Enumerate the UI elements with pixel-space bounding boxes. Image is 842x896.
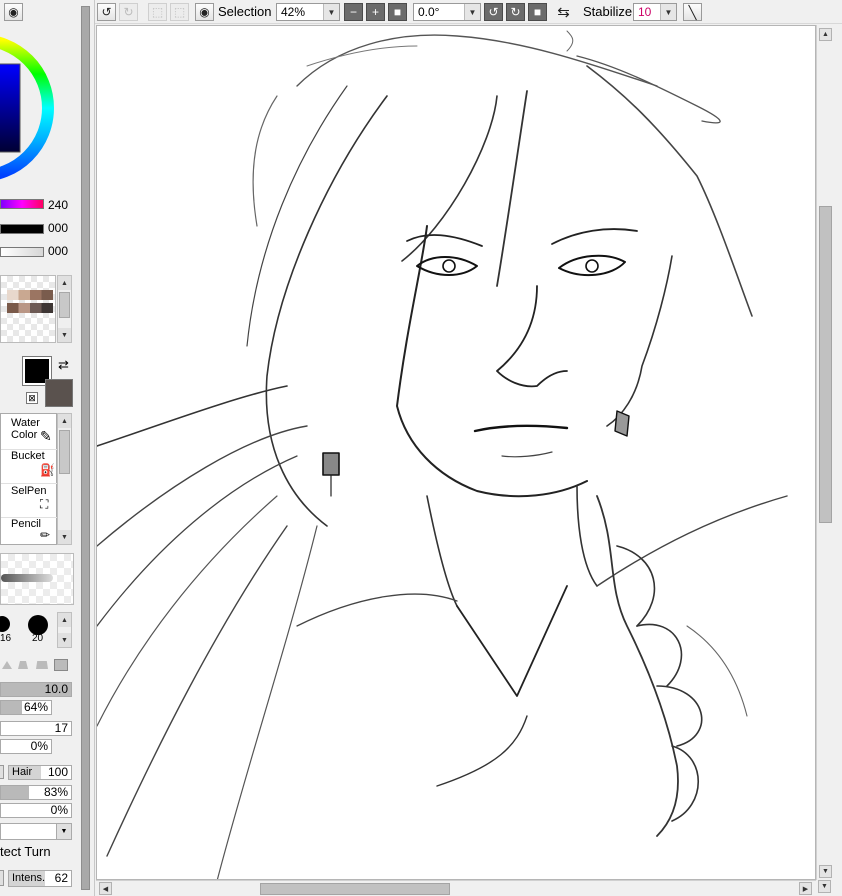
- chevron-down-icon[interactable]: ▼: [464, 4, 480, 20]
- brush-size-scrollbar[interactable]: ▲ ▼: [57, 612, 72, 648]
- blend-dropdown[interactable]: ▼: [0, 823, 72, 840]
- zoom-dropdown[interactable]: 42% ▼: [276, 3, 340, 21]
- horizontal-scroll-thumb[interactable]: [260, 883, 450, 895]
- zoom-out-icon[interactable]: −: [344, 3, 363, 21]
- secondary-color-box[interactable]: [45, 379, 73, 407]
- paint-app: ◉ 240 000 000 ▲ ▼ ⇄ ⊠ Water Color Bucket…: [0, 0, 842, 896]
- bucket-icon: ⛽: [40, 463, 55, 477]
- brush-shape-row[interactable]: [0, 657, 72, 674]
- rotation-dropdown[interactable]: 0.0° ▼: [413, 3, 481, 21]
- vertical-scroll-thumb[interactable]: [819, 206, 832, 523]
- selpen-icon: ⛶: [40, 497, 49, 511]
- line-icon[interactable]: ╲: [683, 3, 702, 21]
- brush-size-slider[interactable]: 10.0: [0, 682, 72, 697]
- zoom-reset-icon[interactable]: ■: [388, 3, 407, 21]
- scroll-down-icon[interactable]: ▼: [818, 880, 831, 893]
- brush-icon: ✎: [40, 428, 52, 444]
- scroll-down-icon[interactable]: ▼: [58, 328, 71, 342]
- brush-preview: [0, 553, 74, 605]
- density-slider[interactable]: 64%: [0, 700, 52, 715]
- tool-label-selpen: SelPen: [11, 485, 47, 497]
- chevron-down-icon[interactable]: ▼: [323, 4, 339, 20]
- vertical-scrollbar[interactable]: ▲ ▼: [816, 25, 833, 880]
- swatch-grid[interactable]: [0, 275, 56, 343]
- hue-value: 240: [48, 198, 69, 212]
- tool-label-pencil: Pencil: [11, 518, 41, 530]
- redo-icon[interactable]: ↻: [119, 3, 138, 21]
- rotate-right-icon[interactable]: ↻: [506, 3, 525, 21]
- chevron-down-icon[interactable]: ▼: [56, 824, 71, 839]
- param-6-slider[interactable]: 83%: [0, 785, 72, 800]
- protect-turn-label[interactable]: tect Turn: [0, 844, 51, 859]
- drawing-canvas[interactable]: [96, 25, 816, 880]
- transparent-color-icon[interactable]: ⊠: [26, 392, 38, 404]
- scroll-up-icon[interactable]: ▲: [58, 276, 71, 290]
- eye-icon[interactable]: ◉: [195, 3, 214, 21]
- horizontal-scrollbar[interactable]: ◀ ▶: [96, 880, 816, 896]
- stabilizer-dropdown[interactable]: 10 ▼: [633, 3, 677, 21]
- navigator-eye-icon[interactable]: ◉: [4, 3, 23, 21]
- flip-horizontal-icon[interactable]: ⇆: [554, 3, 573, 21]
- right-panel-edge[interactable]: [833, 25, 842, 880]
- panel-divider[interactable]: [78, 0, 95, 896]
- scroll-up-icon[interactable]: ▲: [58, 414, 71, 428]
- scroll-left-icon[interactable]: ◀: [99, 882, 112, 895]
- param-3-slider[interactable]: 17: [0, 721, 72, 736]
- hair-slider[interactable]: Hair 100: [8, 765, 72, 780]
- rotate-left-icon[interactable]: ↺: [484, 3, 503, 21]
- tool-panel: ◉ 240 000 000 ▲ ▼ ⇄ ⊠ Water Color Bucket…: [0, 0, 78, 896]
- brush-size-16[interactable]: 16: [0, 612, 16, 648]
- saturation-slider[interactable]: [0, 224, 44, 234]
- scroll-up-icon[interactable]: ▲: [58, 613, 71, 627]
- selection-label: Selection: [218, 4, 272, 19]
- swatch-scrollbar[interactable]: ▲ ▼: [57, 275, 72, 343]
- rotation-reset-icon[interactable]: ■: [528, 3, 547, 21]
- chevron-down-icon[interactable]: ▼: [660, 4, 676, 20]
- brush-size-20[interactable]: 20: [26, 612, 52, 648]
- toolbar: ↺ ↻ ⬚ ⬚ ◉ Selection 42% ▼ − + ■ 0.0° ▼ ↺…: [95, 0, 842, 24]
- invert-selection-icon[interactable]: ⬚: [170, 3, 189, 21]
- saturation-value: 000: [48, 221, 69, 235]
- color-wheel[interactable]: [0, 24, 70, 194]
- tool-list-scrollbar[interactable]: ▲ ▼: [57, 413, 72, 545]
- deselect-icon[interactable]: ⬚: [148, 3, 167, 21]
- swap-colors-icon[interactable]: ⇄: [58, 357, 69, 373]
- pencil-icon: ✏: [40, 528, 51, 542]
- zoom-in-icon[interactable]: +: [366, 3, 385, 21]
- scroll-corner: ▼: [816, 880, 842, 896]
- scroll-down-icon[interactable]: ▼: [58, 633, 71, 647]
- stabilizer-label: Stabilizer: [583, 4, 637, 19]
- hair-checkbox[interactable]: [0, 765, 4, 779]
- param-7-slider[interactable]: 0%: [0, 803, 72, 818]
- tool-label-bucket: Bucket: [11, 450, 45, 462]
- value-value: 000: [48, 244, 69, 258]
- intens-checkbox[interactable]: [0, 870, 4, 886]
- hue-slider[interactable]: [0, 199, 44, 209]
- scroll-down-icon[interactable]: ▼: [819, 865, 832, 878]
- undo-icon[interactable]: ↺: [97, 3, 116, 21]
- scroll-down-icon[interactable]: ▼: [58, 530, 71, 544]
- intens-slider[interactable]: Intens. 62: [8, 870, 72, 887]
- param-4-slider[interactable]: 0%: [0, 739, 52, 754]
- sketch-artwork: [97, 30, 788, 879]
- scroll-up-icon[interactable]: ▲: [819, 28, 832, 41]
- value-slider[interactable]: [0, 247, 44, 257]
- scroll-right-icon[interactable]: ▶: [799, 882, 812, 895]
